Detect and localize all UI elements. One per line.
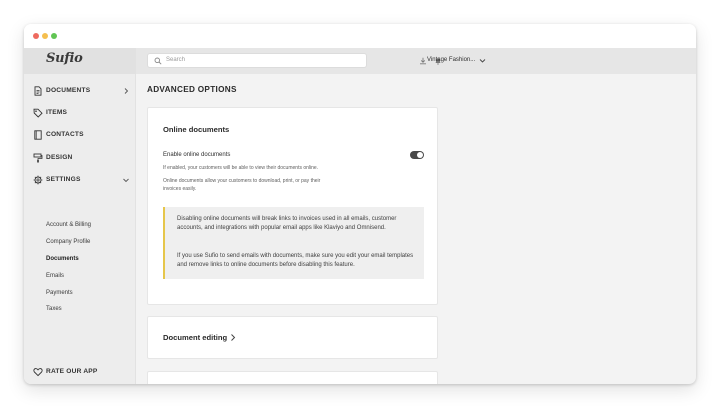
sidebar-item-contacts[interactable]: CONTACTS: [24, 125, 136, 145]
search-placeholder: Search: [166, 57, 186, 63]
sidebar-item-design[interactable]: DESIGN: [24, 148, 136, 168]
top-bar: Search Vintage Fashion...: [136, 48, 696, 74]
rate-our-app-link[interactable]: RATE OUR APP: [24, 362, 136, 382]
paint-roller-icon: [33, 153, 43, 163]
sidebar-subitem-payments[interactable]: Payments: [46, 290, 73, 296]
next-section-card: [147, 371, 438, 384]
sidebar-item-items[interactable]: ITEMS: [24, 103, 136, 123]
sidebar-item-label: DOCUMENTS: [46, 87, 91, 94]
app-window: Sufio DOCUMENTS ITEMS CONTACTS DESIGN SE…: [24, 24, 696, 384]
chevron-right-icon: [124, 88, 129, 94]
sidebar-item-label: ITEMS: [46, 109, 68, 116]
document-editing-title[interactable]: Document editing: [163, 333, 227, 342]
maximize-window-button[interactable]: [51, 33, 57, 39]
sufio-logo[interactable]: Sufio: [46, 51, 83, 66]
heart-icon: [33, 368, 43, 377]
sidebar-item-settings[interactable]: SETTINGS: [24, 170, 136, 190]
sidebar: Sufio DOCUMENTS ITEMS CONTACTS DESIGN SE…: [24, 48, 136, 384]
rate-our-app-label: RATE OUR APP: [46, 368, 98, 375]
sidebar-subitem-documents[interactable]: Documents: [46, 256, 79, 262]
notice-text: Disabling online documents will break li…: [177, 216, 397, 231]
help-text: If enabled, your customers will be able …: [163, 165, 319, 171]
close-window-button[interactable]: [33, 33, 39, 39]
sidebar-item-label: DESIGN: [46, 154, 73, 161]
sidebar-subitem-account-billing[interactable]: Account & Billing: [46, 222, 91, 228]
card-title: Online documents: [163, 125, 230, 134]
search-icon: [154, 57, 162, 65]
page-title: ADVANCED OPTIONS: [147, 85, 237, 94]
document-editing-card[interactable]: Document editing: [147, 316, 438, 359]
enable-online-documents-label: Enable online documents: [163, 152, 231, 158]
search-input[interactable]: Search: [147, 53, 367, 68]
warning-notice: Disabling online documents will break li…: [163, 207, 424, 279]
gear-icon: [33, 175, 43, 185]
chevron-down-icon[interactable]: [479, 57, 486, 64]
sidebar-subitem-taxes[interactable]: Taxes: [46, 306, 62, 312]
sidebar-item-label: CONTACTS: [46, 131, 84, 138]
toggle-knob: [417, 152, 423, 158]
window-titlebar: [24, 24, 696, 48]
sidebar-subitem-emails[interactable]: Emails: [46, 273, 64, 279]
address-book-icon: [34, 130, 42, 140]
online-documents-card: Online documents Enable online documents…: [147, 107, 438, 305]
sidebar-subitem-company-profile[interactable]: Company Profile: [46, 239, 90, 245]
document-icon: [34, 86, 42, 96]
sidebar-item-documents[interactable]: DOCUMENTS: [24, 81, 136, 101]
store-selector[interactable]: Vintage Fashion...: [427, 57, 475, 63]
download-icon[interactable]: [419, 57, 427, 65]
minimize-window-button[interactable]: [42, 33, 48, 39]
notice-text: If you use Sufio to send emails with doc…: [177, 253, 414, 268]
chevron-down-icon: [123, 178, 129, 183]
chevron-right-icon: [231, 334, 236, 341]
enable-online-documents-toggle[interactable]: [410, 151, 424, 159]
logo-area: Sufio: [24, 48, 136, 74]
sidebar-item-label: SETTINGS: [46, 176, 81, 183]
help-text: Online documents allow your customers to…: [163, 178, 321, 192]
tag-icon: [33, 108, 43, 118]
